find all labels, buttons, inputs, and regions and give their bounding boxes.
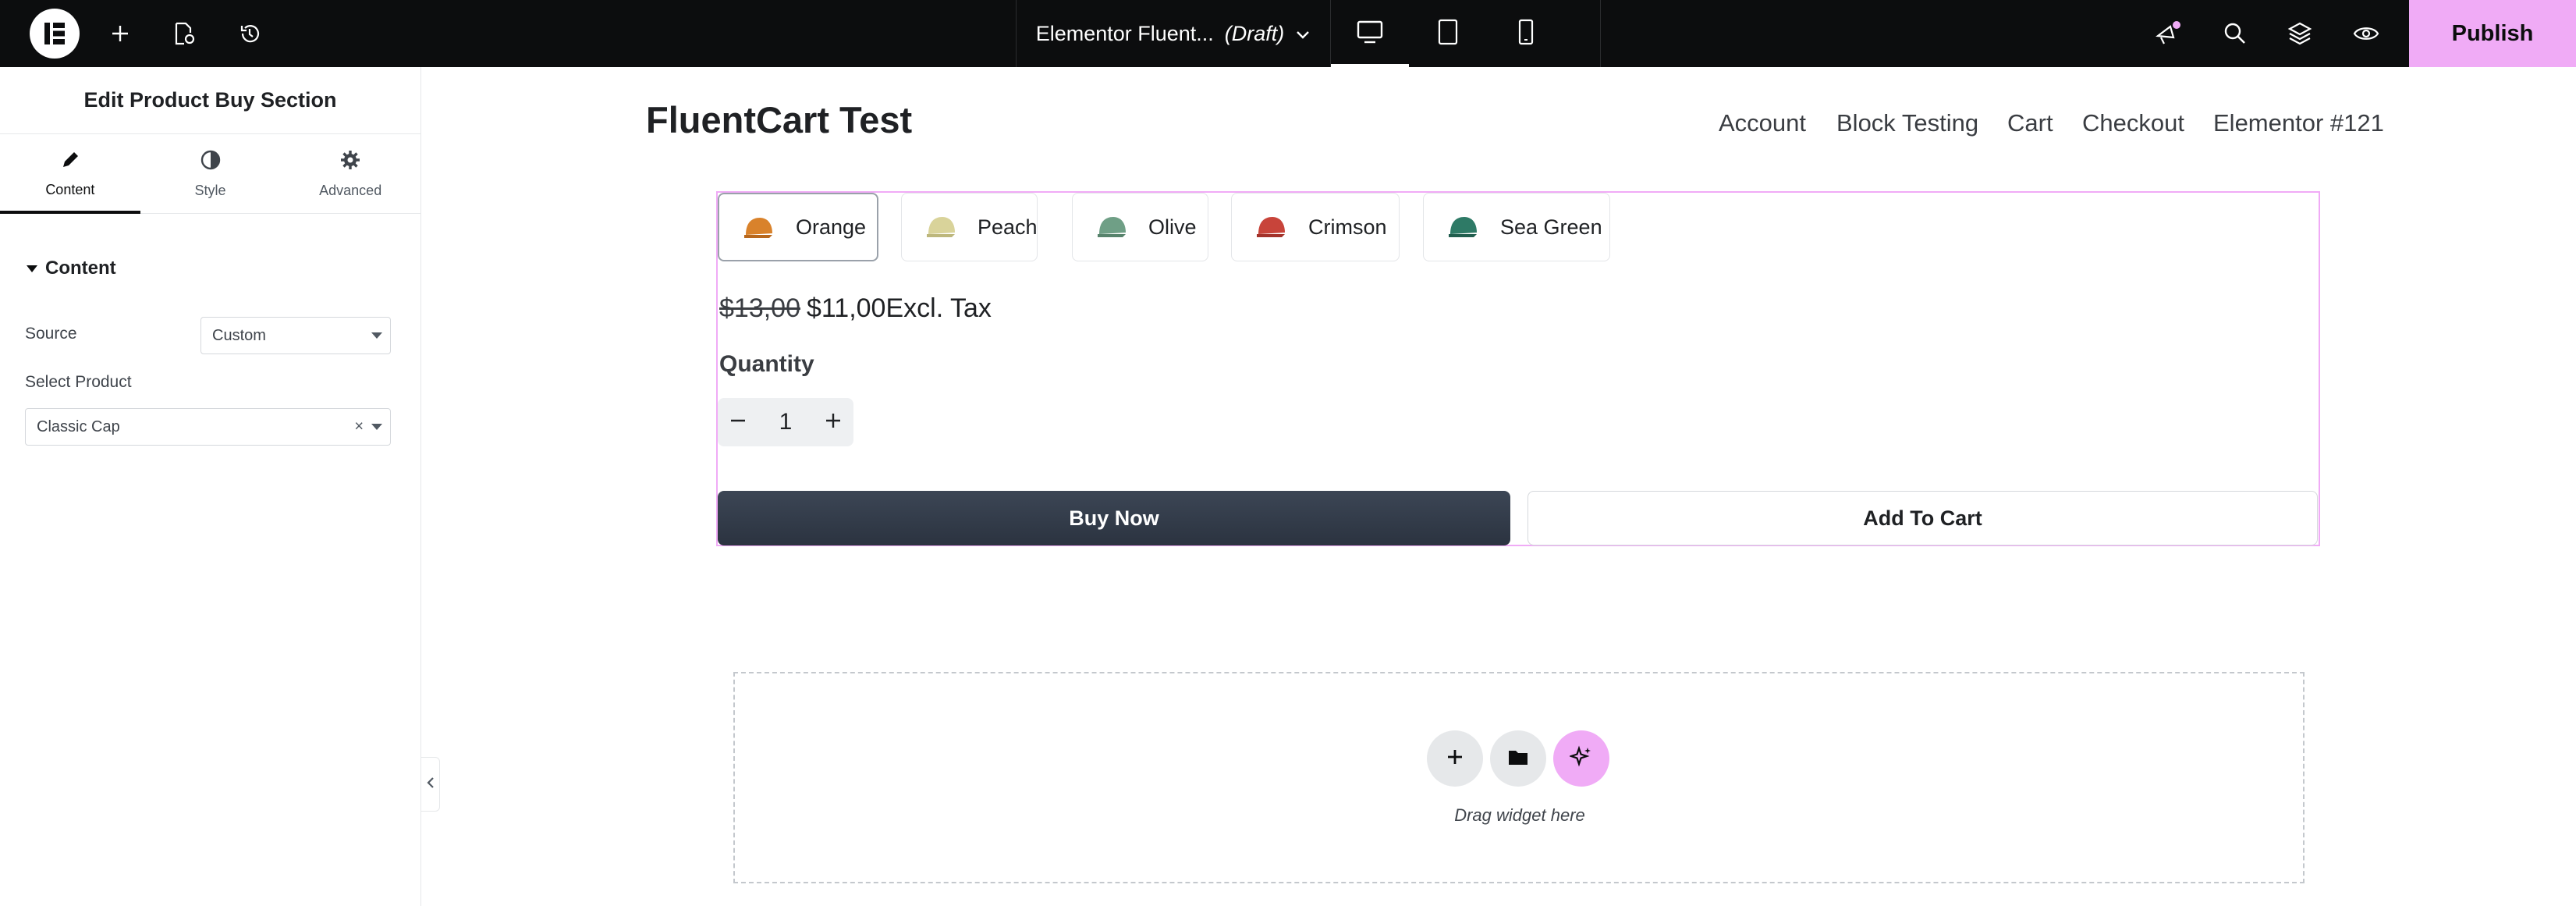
desktop-view-button[interactable]	[1331, 0, 1409, 67]
tab-style[interactable]: Style	[140, 134, 281, 213]
preview-eye-icon[interactable]	[2349, 0, 2383, 67]
variant-option-peach[interactable]: Peach	[901, 193, 1038, 261]
dropdown-arrow-icon	[371, 424, 382, 430]
content-section-toggle[interactable]: Content	[27, 258, 116, 279]
nav-link-account[interactable]: Account	[1719, 109, 1806, 137]
cap-icon	[741, 213, 775, 247]
variant-label: Sea Green	[1500, 215, 1602, 239]
cap-icon	[1095, 212, 1129, 246]
variant-option-olive[interactable]: Olive	[1072, 193, 1208, 261]
top-bar: Elementor Fluent... (Draft) Publish	[0, 0, 2576, 67]
variant-label: Orange	[796, 215, 867, 239]
sale-price: $11,00	[807, 293, 886, 323]
history-icon[interactable]	[234, 0, 265, 67]
layers-icon[interactable]	[2283, 0, 2317, 67]
plus-icon	[1445, 747, 1465, 771]
add-section-button[interactable]	[1427, 730, 1483, 787]
minus-icon	[729, 412, 747, 433]
page-settings-icon[interactable]	[169, 0, 200, 67]
mobile-view-button[interactable]	[1487, 0, 1565, 67]
variant-option-orange[interactable]: Orange	[718, 193, 878, 261]
source-value: Custom	[212, 326, 266, 344]
publish-button[interactable]: Publish	[2409, 0, 2576, 67]
variant-option-crimson[interactable]: Crimson	[1231, 193, 1400, 261]
pencil-icon	[60, 150, 80, 174]
ai-generate-button[interactable]	[1553, 730, 1609, 787]
quantity-stepper: 1	[718, 398, 853, 446]
add-template-button[interactable]	[1490, 730, 1546, 787]
chevron-left-icon	[426, 776, 435, 794]
nav-link-checkout[interactable]: Checkout	[2082, 109, 2184, 137]
decrease-quantity-button[interactable]	[718, 398, 758, 446]
caret-down-icon	[27, 265, 37, 272]
chevron-down-icon	[1295, 22, 1311, 46]
quantity-label: Quantity	[719, 351, 814, 377]
tab-content-label: Content	[45, 181, 95, 197]
select-product-label: Select Product	[25, 373, 132, 391]
cap-icon	[1254, 212, 1288, 246]
clear-selection-icon[interactable]: ×	[354, 418, 364, 436]
product-price: $13,00 $11,00Excl. Tax	[719, 293, 992, 324]
tab-advanced[interactable]: Advanced	[280, 134, 420, 213]
plus-icon	[825, 412, 842, 433]
original-price: $13,00	[719, 293, 800, 323]
cap-icon	[1446, 212, 1480, 246]
responsive-mode-switcher	[1331, 0, 1601, 67]
cap-icon	[924, 212, 958, 246]
variant-label: Crimson	[1308, 215, 1387, 239]
editor-panel: Edit Product Buy Section Content Style A…	[0, 67, 421, 906]
notifications-icon[interactable]	[2152, 0, 2186, 67]
desktop-icon	[1357, 20, 1383, 48]
mobile-icon	[1518, 19, 1534, 49]
tab-advanced-label: Advanced	[319, 182, 382, 198]
site-title[interactable]: FluentCart Test	[646, 98, 912, 141]
document-title: Elementor Fluent...	[1035, 21, 1214, 45]
add-element-icon[interactable]	[105, 0, 136, 67]
increase-quantity-button[interactable]	[813, 398, 853, 446]
tab-style-label: Style	[194, 182, 226, 198]
drop-zone-hint: Drag widget here	[1454, 805, 1585, 825]
add-to-cart-button[interactable]: Add To Cart	[1528, 491, 2318, 545]
tablet-view-button[interactable]	[1409, 0, 1487, 67]
half-circle-icon	[200, 149, 222, 175]
gear-icon	[339, 149, 361, 175]
content-section-title: Content	[45, 258, 116, 279]
elementor-logo-icon[interactable]	[30, 9, 80, 59]
nav-link-cart[interactable]: Cart	[2007, 109, 2053, 137]
dropdown-arrow-icon	[371, 332, 382, 339]
source-label: Source	[25, 325, 77, 343]
select-product-field[interactable]: Classic Cap ×	[25, 408, 391, 446]
variant-label: Olive	[1148, 215, 1197, 239]
folder-icon	[1507, 748, 1529, 770]
tab-content[interactable]: Content	[0, 134, 140, 214]
variant-option-sea-green[interactable]: Sea Green	[1423, 193, 1610, 261]
nav-link-elementor-121[interactable]: Elementor #121	[2213, 109, 2384, 137]
panel-tabs: Content Style Advanced	[0, 134, 420, 214]
source-select[interactable]: Custom	[200, 317, 391, 354]
document-title-dropdown[interactable]: Elementor Fluent... (Draft)	[1016, 0, 1331, 67]
collapse-panel-button[interactable]	[421, 757, 440, 812]
selected-product-value: Classic Cap	[37, 417, 120, 435]
nav-link-block-testing[interactable]: Block Testing	[1836, 109, 1978, 137]
variant-label: Peach	[978, 215, 1038, 239]
buy-now-button[interactable]: Buy Now	[718, 491, 1510, 545]
document-status: (Draft)	[1224, 21, 1285, 45]
panel-title: Edit Product Buy Section	[0, 67, 420, 134]
search-icon[interactable]	[2218, 0, 2252, 67]
quantity-value[interactable]: 1	[758, 398, 813, 446]
price-suffix: Excl. Tax	[885, 293, 992, 323]
tablet-icon	[1438, 19, 1458, 49]
sparkle-icon	[1568, 745, 1593, 773]
